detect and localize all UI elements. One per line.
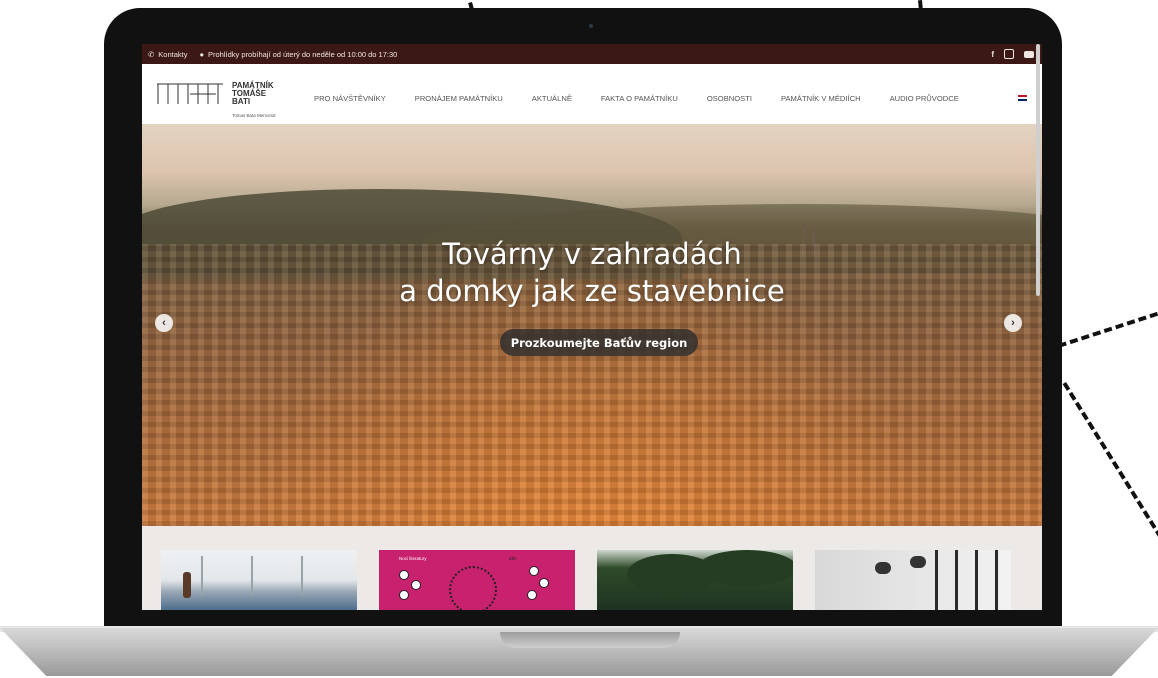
memorial-logo-icon[interactable] [156,82,224,104]
nav-item-facts[interactable]: FAKTA O PAMÁTNÍKU [601,94,678,103]
hero-title-line-2: a domky jak ze stavebnice [399,274,785,308]
opening-hours-text: Prohlídky probíhají od úterý do neděle o… [208,49,398,59]
person-figure [183,572,191,598]
logo-subtitle: Tomas Bata Memorial [232,113,276,118]
thumbnail-card[interactable]: Noci literatury Zlín [379,550,575,610]
logo-title[interactable]: PAMÁTNÍK TOMÁŠE BATI [232,82,274,106]
graphic-ring [449,566,497,610]
window-bar [935,550,938,610]
instagram-icon[interactable] [1004,49,1014,59]
slider-next-arrow-icon[interactable]: › [1004,314,1022,332]
camera-object [875,562,891,574]
social-links: f [991,44,1034,64]
dashed-line-right-upper [1058,311,1158,348]
site-header: PAMÁTNÍK TOMÁŠE BATI Tomas Bata Memorial… [142,64,1042,124]
thumbnail-column [301,556,303,596]
page-scrollbar[interactable] [1036,44,1040,296]
contacts-label: Kontakty [158,49,188,59]
thumbnail-label: Zlín [509,556,517,561]
contacts-link[interactable]: ✆ Kontakty [148,50,187,59]
nav-item-audio-guide[interactable]: AUDIO PRŮVODCE [890,94,959,103]
webcam-icon [589,24,593,28]
clock-icon: ● [199,49,205,59]
graphic-dot [399,570,409,580]
graphic-dot [529,566,539,576]
english-flag-icon[interactable] [1018,95,1027,101]
dashed-line-right-lower [1062,382,1158,549]
hero-title: Továrny v zahradách a domky jak ze stave… [142,236,1042,310]
top-info-bar: ✆ Kontakty ● Prohlídky probíhají od úter… [142,44,1042,64]
nav-item-rental[interactable]: PRONÁJEM PAMÁTNÍKU [415,94,503,103]
nav-item-media[interactable]: PAMÁTNÍK V MÉDIÍCH [781,94,861,103]
explore-region-button[interactable]: Prozkoumejte Baťův region [500,329,698,356]
graphic-dot [527,590,537,600]
window-bar [995,550,998,610]
window-bar [975,550,978,610]
browser-viewport: ✆ Kontakty ● Prohlídky probíhají od úter… [142,44,1042,610]
hero-slider: Továrny v zahradách a domky jak ze stave… [142,124,1042,526]
graphic-dot [411,580,421,590]
phone-icon: ✆ [148,49,155,59]
graphic-dot [539,578,549,588]
opening-hours: ● Prohlídky probíhají od úterý do neděle… [199,50,397,59]
slider-prev-arrow-icon[interactable]: ‹ [155,314,173,332]
youtube-icon[interactable] [1024,50,1034,58]
graphic-dot [399,590,409,600]
thumbnail-card[interactable] [597,550,793,610]
thumbnail-card[interactable] [815,550,1011,610]
thumbnail-column [251,556,253,596]
facebook-icon[interactable]: f [991,50,994,59]
logo-line-3: BATI [232,97,251,106]
thumbnail-card[interactable] [161,550,357,610]
tree-shape [697,550,793,586]
main-navigation: PRO NÁVŠTĚVNÍKY PRONÁJEM PAMÁTNÍKU AKTUÁ… [314,94,988,103]
laptop-notch [500,632,680,648]
hero-title-line-1: Továrny v zahradách [442,237,742,271]
thumbnail-label: Noci literatury [399,556,427,561]
nav-item-news[interactable]: AKTUÁLNĚ [532,94,572,103]
nav-item-visitors[interactable]: PRO NÁVŠTĚVNÍKY [314,94,386,103]
thumbnail-strip: Noci literatury Zlín [142,526,1042,610]
nav-item-personalities[interactable]: OSOBNOSTI [707,94,752,103]
camera-object [910,556,926,568]
window-bar [955,550,958,610]
thumbnail-column [201,556,203,596]
